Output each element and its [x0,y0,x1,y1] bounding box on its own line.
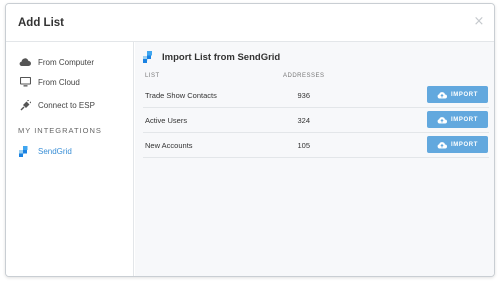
sidebar-item-label: Connect to ESP [38,100,95,110]
cloud-upload-icon [437,90,448,99]
sidebar-item-label: SendGrid [38,146,72,156]
cloud-icon [18,56,32,68]
address-count: 936 [297,91,310,100]
monitor-icon [18,76,32,88]
sidebar-item-from-computer[interactable]: From Computer [18,55,94,69]
import-button-label: IMPORT [451,141,478,148]
sidebar-item-sendgrid[interactable]: SendGrid [18,144,72,158]
dialog-header: Add List × [6,4,494,42]
import-button-label: IMPORT [451,91,478,98]
integrations-heading: MY INTEGRATIONS [18,126,102,135]
import-button[interactable]: IMPORT [427,136,488,153]
close-icon[interactable]: × [473,15,485,28]
column-header-addresses: ADDRESSES [283,73,325,79]
import-button[interactable]: IMPORT [427,111,488,128]
plug-icon [18,99,32,111]
table-row: Trade Show Contacts 936 IMPORT [143,83,489,108]
address-count: 105 [297,141,310,150]
dialog-title: Add List [18,17,64,29]
cloud-upload-icon [437,140,448,149]
sendgrid-logo-icon [18,145,32,157]
sidebar-item-connect-esp[interactable]: Connect to ESP [18,98,95,112]
sidebar-item-label: From Cloud [38,77,80,87]
list-name: Active Users [145,116,188,125]
sidebar: From Computer From Cloud Connect to ESP … [6,42,134,276]
main-title: Import List from SendGrid [143,50,280,64]
sidebar-item-label: From Computer [38,57,95,67]
add-list-dialog: Add List × From Computer From Cloud Conn… [5,3,495,277]
sidebar-item-from-cloud[interactable]: From Cloud [18,75,80,89]
table-row: Active Users 324 IMPORT [143,108,489,133]
list-name: Trade Show Contacts [145,91,217,100]
import-button-label: IMPORT [451,116,478,123]
list-name: New Accounts [145,141,193,150]
address-count: 324 [297,116,310,125]
main-panel: Import List from SendGrid LIST ADDRESSES… [135,42,494,276]
import-button[interactable]: IMPORT [427,86,488,103]
sendgrid-logo-icon [143,51,152,63]
table-row: New Accounts 105 IMPORT [143,133,489,158]
cloud-upload-icon [437,115,448,124]
column-header-list: LIST [145,73,160,79]
page-title: Import List from SendGrid [162,51,281,63]
